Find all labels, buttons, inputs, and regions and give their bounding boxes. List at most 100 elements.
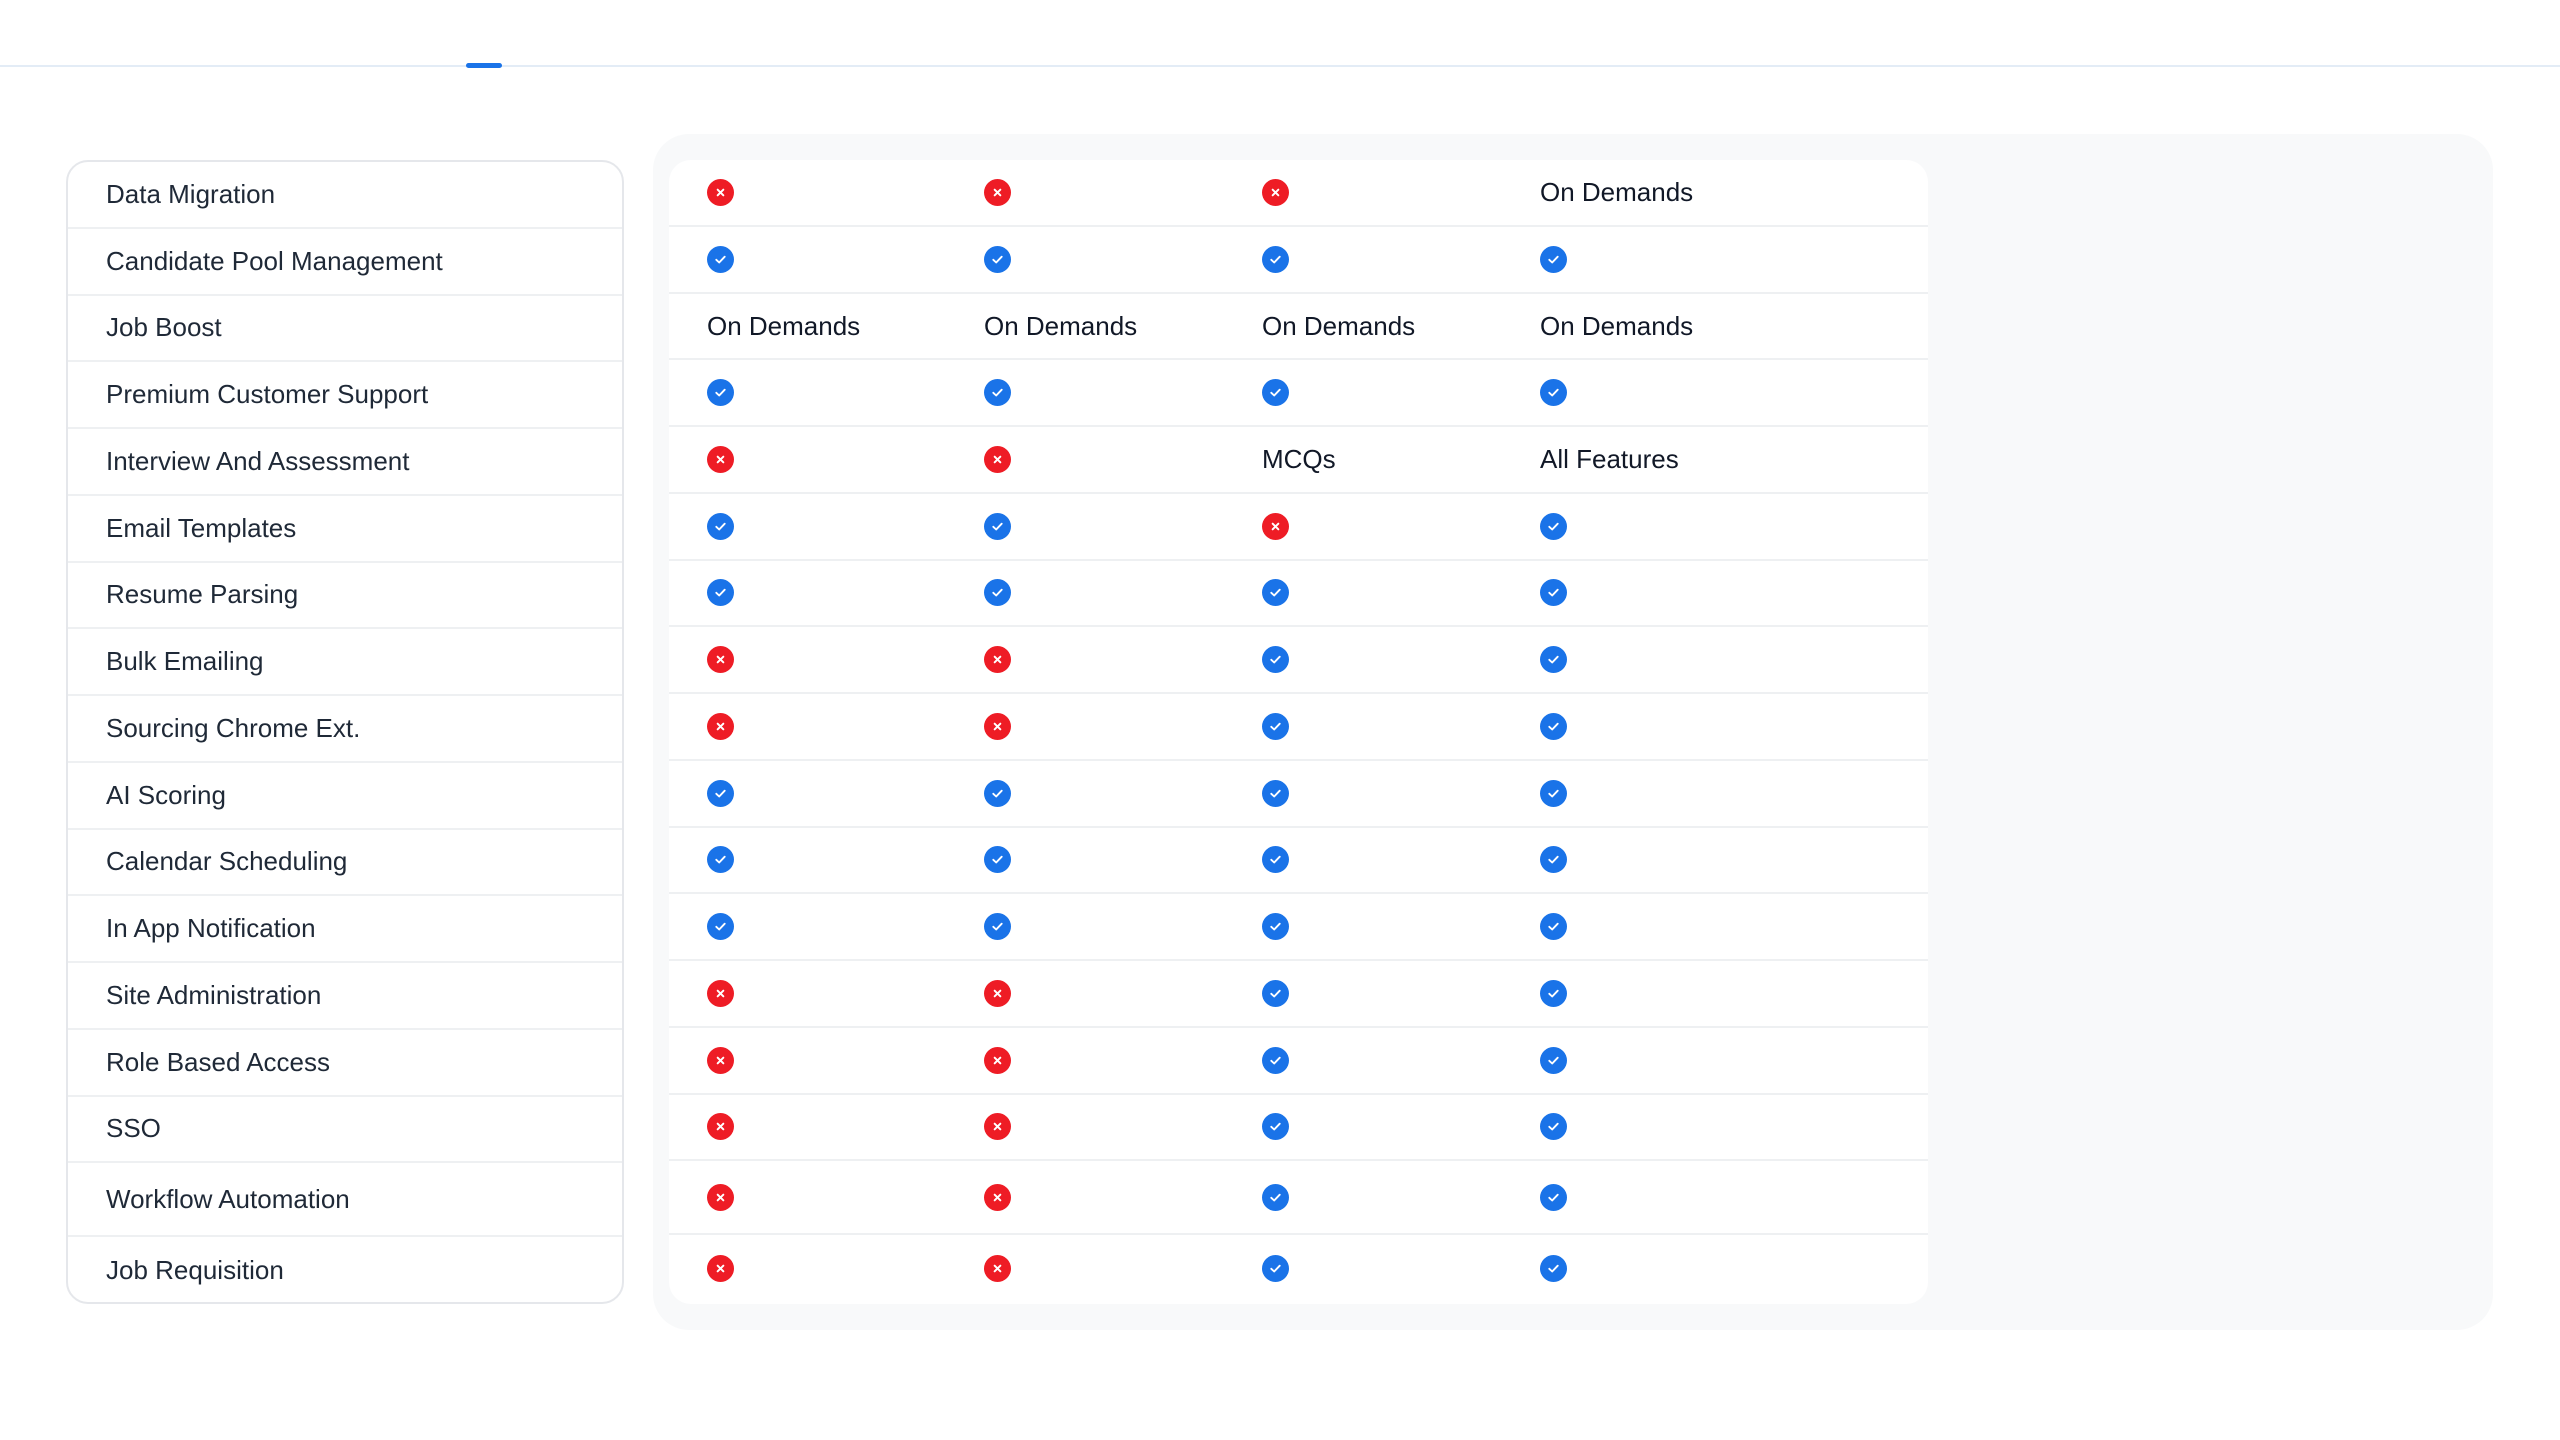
check-icon: [1262, 846, 1289, 874]
feature-label: Email Templates: [68, 496, 622, 563]
plan-cell: [1502, 561, 1928, 628]
check-icon: [1540, 913, 1567, 941]
feature-label: In App Notification: [68, 896, 622, 963]
check-icon: [984, 379, 1011, 407]
check-icon: [1262, 979, 1289, 1007]
cross-icon: [984, 712, 1011, 740]
check-icon: [1540, 245, 1567, 273]
cross-icon: [707, 979, 734, 1007]
check-icon: [1540, 379, 1567, 407]
cross-icon: [984, 178, 1011, 206]
check-icon: [1540, 579, 1567, 607]
check-icon: [1540, 712, 1567, 740]
plan-cell: [1502, 761, 1928, 828]
feature-label: Calendar Scheduling: [68, 830, 622, 897]
cross-icon: [707, 1113, 734, 1141]
check-icon: [1262, 646, 1289, 674]
check-icon: [707, 779, 734, 807]
check-icon: [984, 245, 1011, 273]
cross-icon: [984, 1183, 1011, 1211]
plan-cell: [1502, 360, 1928, 427]
plan-cell: [1502, 1028, 1928, 1095]
plan-cell-value: On Demands: [1540, 177, 1694, 208]
check-icon: [707, 579, 734, 607]
check-icon: [1540, 779, 1567, 807]
check-icon: [1540, 1113, 1567, 1141]
feature-label: Sourcing Chrome Ext.: [68, 696, 622, 763]
feature-label: Job Boost: [68, 296, 622, 363]
cross-icon: [984, 1113, 1011, 1141]
check-icon: [1540, 1046, 1567, 1074]
plan-cell: [1502, 894, 1928, 961]
feature-label: Data Migration: [68, 162, 622, 229]
cross-icon: [984, 646, 1011, 674]
plan-cell: All Features: [1502, 427, 1928, 494]
plan-cell-value: On Demands: [1540, 310, 1694, 341]
check-icon: [707, 379, 734, 407]
plan-cell: On Demands: [1502, 294, 1928, 361]
plan-cell-value: All Features: [1540, 444, 1679, 475]
check-icon: [1262, 1046, 1289, 1074]
feature-list-card: Data Migration Candidate Pool Management J…: [66, 160, 624, 1304]
check-icon: [707, 846, 734, 874]
feature-label: Workflow Automation: [68, 1163, 622, 1238]
feature-label: Site Administration: [68, 963, 622, 1030]
feature-label: AI Scoring: [68, 763, 622, 830]
plan-cell: [1502, 694, 1928, 761]
check-icon: [1262, 379, 1289, 407]
cross-icon: [707, 646, 734, 674]
plan-cell-value: On Demands: [1262, 310, 1416, 341]
check-icon: [707, 913, 734, 941]
check-icon: [984, 913, 1011, 941]
feature-label: Candidate Pool Management: [68, 229, 622, 296]
check-icon: [1262, 1183, 1289, 1211]
cross-icon: [707, 445, 734, 473]
cross-icon: [1262, 178, 1289, 206]
plan-cell: [1502, 1161, 1928, 1236]
check-icon: [1262, 913, 1289, 941]
feature-label: SSO: [68, 1097, 622, 1164]
plan-cell: [1502, 1235, 1928, 1301]
plan-column: On Demands On Demands All Features: [1502, 160, 1928, 1304]
check-icon: [984, 846, 1011, 874]
check-icon: [1262, 579, 1289, 607]
check-icon: [1540, 846, 1567, 874]
plan-cell: On Demands: [1502, 160, 1928, 227]
check-icon: [707, 245, 734, 273]
plan-cell: [1502, 627, 1928, 694]
check-icon: [1540, 512, 1567, 540]
pricing-comparison-page: Data Migration Candidate Pool Management J…: [0, 0, 2560, 1440]
cross-icon: [984, 1254, 1011, 1282]
plan-cell: [1502, 1095, 1928, 1162]
cross-icon: [707, 712, 734, 740]
plan-cell: [1502, 961, 1928, 1028]
feature-label: Resume Parsing: [68, 563, 622, 630]
cross-icon: [707, 1254, 734, 1282]
active-tab-indicator: [466, 63, 502, 68]
check-icon: [1262, 245, 1289, 273]
plans-comparison-panel: On Demands On Demands On Demands MCQs On Dem…: [653, 134, 2493, 1330]
cross-icon: [707, 178, 734, 206]
plan-cell: [1502, 227, 1928, 294]
plan-cell-value: On Demands: [707, 310, 861, 341]
check-icon: [1540, 979, 1567, 1007]
check-icon: [1540, 1183, 1567, 1211]
check-icon: [1262, 1254, 1289, 1282]
plan-cell-value: On Demands: [984, 310, 1138, 341]
check-icon: [984, 512, 1011, 540]
cross-icon: [707, 1183, 734, 1211]
check-icon: [707, 512, 734, 540]
feature-label: Job Requisition: [106, 1254, 284, 1285]
cross-icon: [984, 445, 1011, 473]
check-icon: [1262, 1113, 1289, 1141]
plan-cell: [1502, 828, 1928, 895]
cross-icon: [1262, 512, 1289, 540]
feature-label: Premium Customer Support: [68, 362, 622, 429]
cross-icon: [707, 1046, 734, 1074]
feature-label: Interview And Assessment: [68, 429, 622, 496]
feature-label: Bulk Emailing: [68, 629, 622, 696]
cross-icon: [984, 1046, 1011, 1074]
check-icon: [1540, 1254, 1567, 1282]
top-divider: [0, 65, 2560, 67]
plan-cell-value: MCQs: [1262, 444, 1336, 475]
